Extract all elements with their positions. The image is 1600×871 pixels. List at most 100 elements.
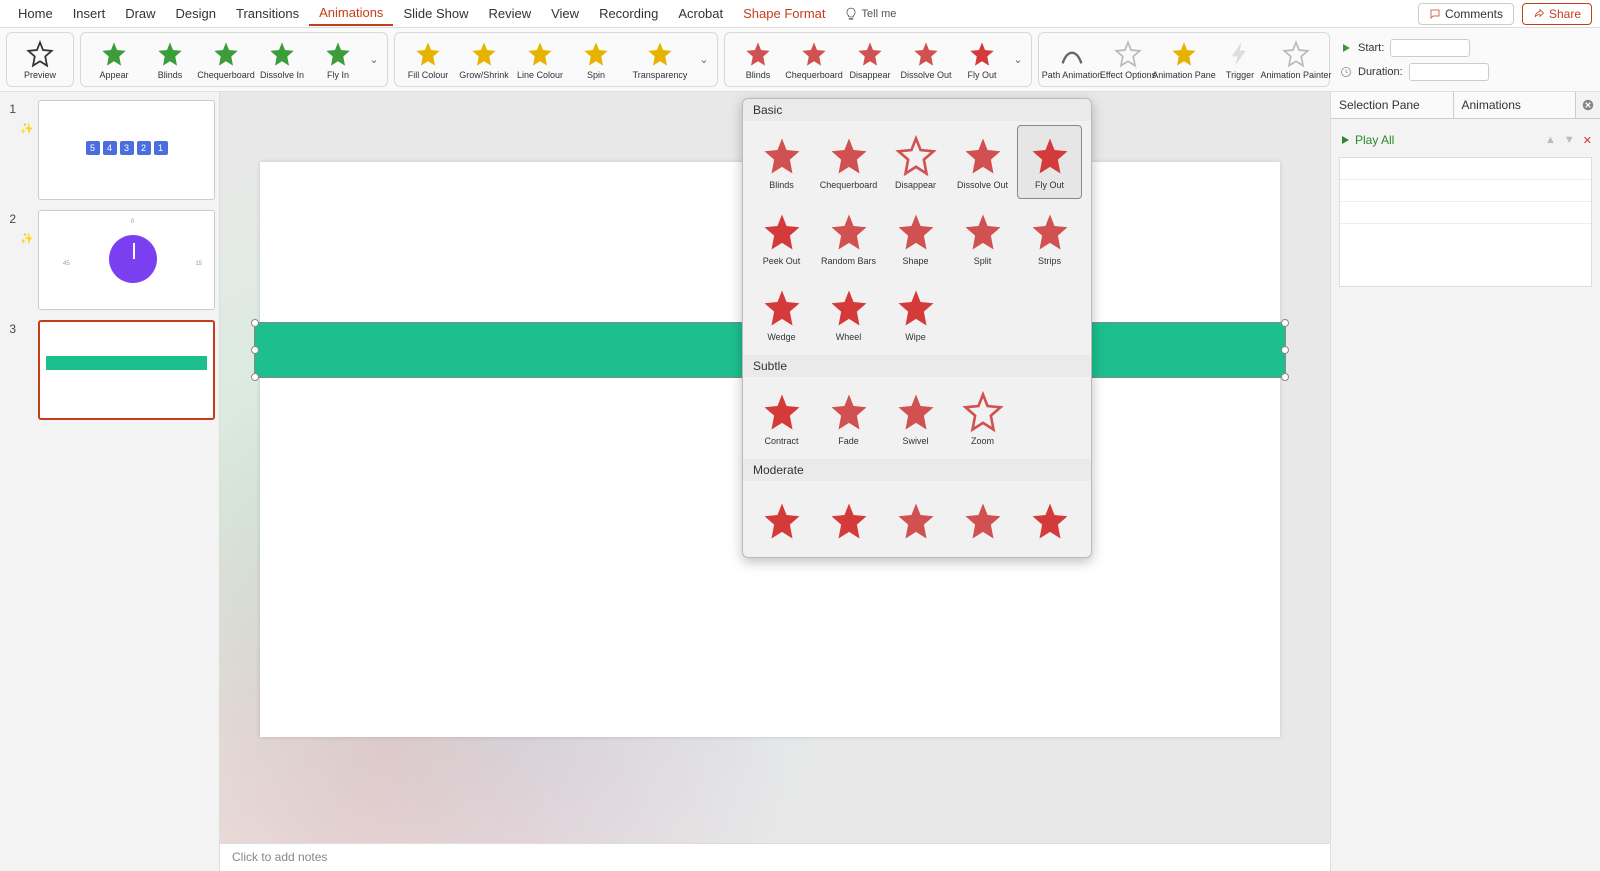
star-icon [1114,40,1142,68]
tab-home[interactable]: Home [8,2,63,25]
move-up-button[interactable]: ▲ [1545,134,1556,147]
anim-chequerboard-in[interactable]: Chequerboard [199,40,253,80]
anim-appear[interactable]: Appear [87,40,141,80]
gal-wheel[interactable]: Wheel [816,277,881,351]
entrance-gallery: Appear Blinds Chequerboard Dissolve In F… [80,32,388,87]
anim-blinds-in[interactable]: Blinds [143,40,197,80]
comments-button[interactable]: Comments [1418,3,1514,25]
slide-thumb-1[interactable]: 5 4 3 2 1 [38,100,215,200]
gal-peekout[interactable]: Peek Out [749,201,814,275]
tab-review[interactable]: Review [478,2,541,25]
gal-chequerboard[interactable]: Chequerboard [816,125,881,199]
tab-design[interactable]: Design [166,2,226,25]
tab-insert[interactable]: Insert [63,2,116,25]
anim-transparency[interactable]: Transparency [625,40,695,80]
slide-number: 2 [4,210,16,310]
gal-moderate-1[interactable] [749,485,814,557]
tab-slideshow[interactable]: Slide Show [393,2,478,25]
play-icon [1339,134,1351,146]
tab-recording[interactable]: Recording [589,2,668,25]
exit-more-button[interactable]: ⌄ [1011,53,1025,66]
slide-editor[interactable]: Basic Blinds Chequerboard Disappear Diss… [220,92,1330,871]
gal-wedge[interactable]: Wedge [749,277,814,351]
slide-thumb-2[interactable]: 0 15 30 45 [38,210,215,310]
pane-close-button[interactable] [1576,92,1600,118]
gal-blinds[interactable]: Blinds [749,125,814,199]
preview-group: Preview [6,32,74,87]
notes-pane[interactable]: Click to add notes [220,843,1330,871]
tab-view[interactable]: View [541,2,589,25]
list-item[interactable] [1340,158,1591,180]
star-icon [414,40,442,68]
star-icon [212,40,240,68]
anim-dissolveout[interactable]: Dissolve Out [899,40,953,80]
animations-pane-tab[interactable]: Animations [1454,92,1577,118]
anim-dissolvein[interactable]: Dissolve In [255,40,309,80]
star-icon [324,40,352,68]
gal-moderate-5[interactable] [1017,485,1082,557]
play-all-button[interactable]: Play All [1339,127,1394,153]
play-icon [1340,42,1352,54]
anim-linecolour[interactable]: Line Colour [513,40,567,80]
slide-number: 1 [4,100,16,200]
gal-swivel[interactable]: Swivel [883,381,948,455]
tell-me[interactable]: Tell me [844,7,897,21]
gal-disappear[interactable]: Disappear [883,125,948,199]
tab-acrobat[interactable]: Acrobat [668,2,733,25]
duration-input[interactable] [1409,63,1489,81]
gal-flyout[interactable]: Fly Out [1017,125,1082,199]
animation-pane-button[interactable]: Animation Pane [1157,40,1211,80]
anim-flyout[interactable]: Fly Out [955,40,1009,80]
list-item[interactable] [1340,180,1591,202]
gal-split[interactable]: Split [950,201,1015,275]
tab-animations[interactable]: Animations [309,1,393,26]
start-input[interactable] [1390,39,1470,57]
delete-anim-button[interactable]: ✕ [1583,134,1592,147]
share-button[interactable]: Share [1522,3,1592,25]
preview-button[interactable]: Preview [13,40,67,80]
star-icon [582,40,610,68]
star-icon [1282,40,1310,68]
anim-chequerboard-out[interactable]: Chequerboard [787,40,841,80]
anim-disappear[interactable]: Disappear [843,40,897,80]
animation-list[interactable] [1339,157,1592,287]
gallery-section-subtle: Subtle [743,355,1091,377]
slide-thumb-3[interactable] [38,320,215,420]
emphasis-gallery: Fill Colour Grow/Shrink Line Colour Spin… [394,32,718,87]
tab-transitions[interactable]: Transitions [226,2,309,25]
star-icon [1170,40,1198,68]
anim-blinds-out[interactable]: Blinds [731,40,785,80]
emphasis-more-button[interactable]: ⌄ [697,53,711,66]
gal-wipe[interactable]: Wipe [883,277,948,351]
slide-thumbnails[interactable]: 1 ✨ 5 4 3 2 1 2 ✨ 0 15 30 45 [0,92,220,871]
gal-shape[interactable]: Shape [883,201,948,275]
gal-fade[interactable]: Fade [816,381,881,455]
star-icon [268,40,296,68]
slide-number: 3 [4,320,16,420]
gal-strips[interactable]: Strips [1017,201,1082,275]
gal-moderate-4[interactable] [950,485,1015,557]
tab-draw[interactable]: Draw [115,2,165,25]
gal-contract[interactable]: Contract [749,381,814,455]
list-item[interactable] [1340,202,1591,224]
anim-growshrink[interactable]: Grow/Shrink [457,40,511,80]
anim-flyin[interactable]: Fly In [311,40,365,80]
anim-fillcolour[interactable]: Fill Colour [401,40,455,80]
animation-painter-button[interactable]: Animation Painter [1269,40,1323,80]
trigger-button[interactable]: Trigger [1213,40,1267,80]
start-label: Start: [1358,42,1384,54]
tab-shape-format[interactable]: Shape Format [733,2,835,25]
anim-spin[interactable]: Spin [569,40,623,80]
gal-randombars[interactable]: Random Bars [816,201,881,275]
move-down-button[interactable]: ▼ [1564,134,1575,147]
gal-dissolveout[interactable]: Dissolve Out [950,125,1015,199]
effect-options-button[interactable]: Effect Options [1101,40,1155,80]
preview-icon [26,40,54,68]
star-icon [646,40,674,68]
gal-zoom[interactable]: Zoom [950,381,1015,455]
gal-moderate-2[interactable] [816,485,881,557]
entrance-more-button[interactable]: ⌄ [367,53,381,66]
selection-pane-tab[interactable]: Selection Pane [1331,92,1454,118]
path-animation-button[interactable]: Path Animation [1045,40,1099,80]
gal-moderate-3[interactable] [883,485,948,557]
